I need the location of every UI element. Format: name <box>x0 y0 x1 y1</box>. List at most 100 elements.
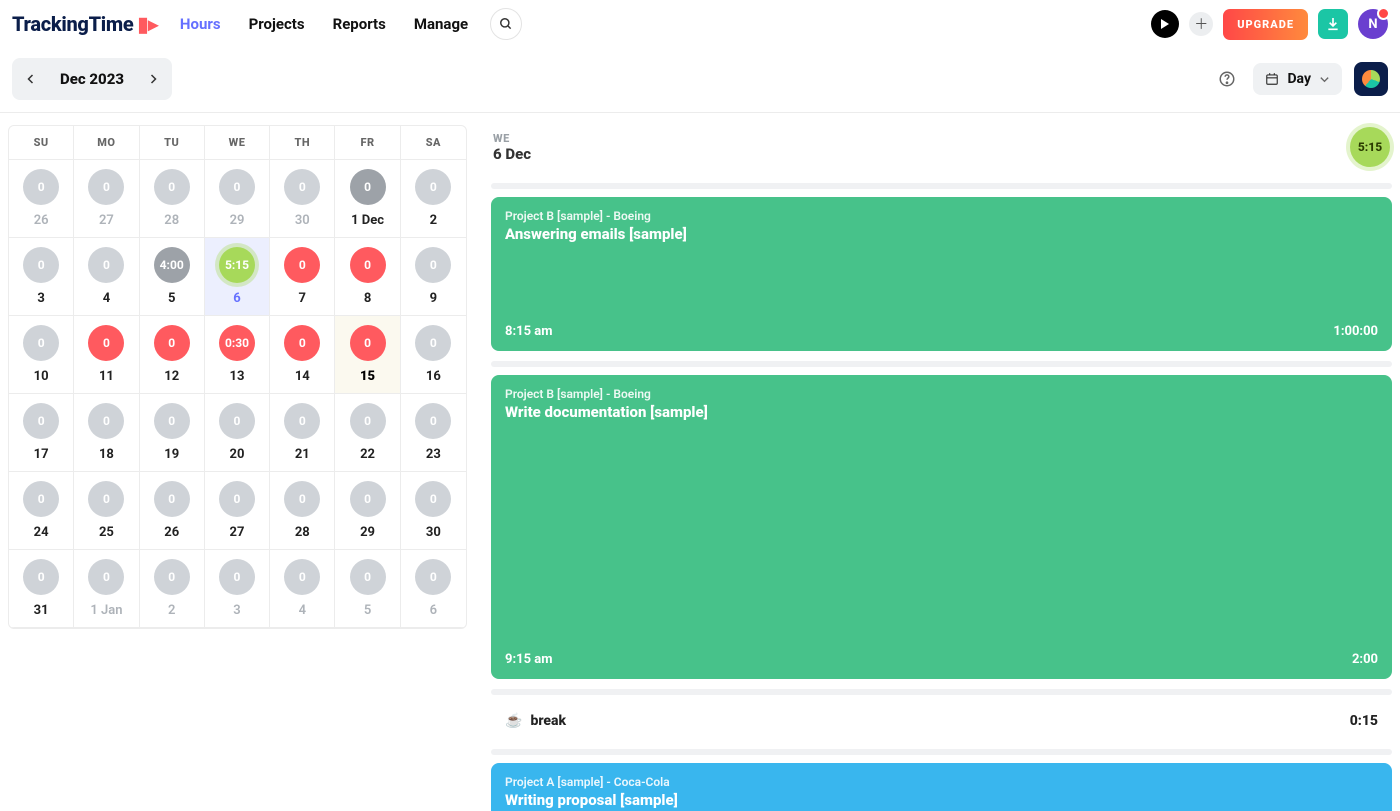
calendar-day-cell[interactable]: 014 <box>270 316 335 394</box>
calendar-day-cell[interactable]: 012 <box>140 316 205 394</box>
calendar-day-cell[interactable]: 04 <box>270 550 335 628</box>
view-select[interactable]: Day <box>1253 63 1342 95</box>
calendar-day-cell[interactable]: 019 <box>140 394 205 472</box>
calendar-day-cell[interactable]: 06 <box>401 550 466 628</box>
day-number-label: 2 <box>168 603 175 618</box>
day-number-label: 28 <box>295 525 310 540</box>
nav-projects[interactable]: Projects <box>249 15 305 33</box>
calendar-day-cell[interactable]: 02 <box>401 160 466 238</box>
calendar-dow-header: SA <box>401 126 466 160</box>
calendar-day-cell[interactable]: 4:00 5 <box>140 238 205 316</box>
break-entry[interactable]: ☕break0:15 <box>491 703 1392 739</box>
time-entry[interactable]: Project A [sample] - Coca-ColaWriting pr… <box>491 763 1392 811</box>
calendar-day-cell[interactable]: 027 <box>205 472 270 550</box>
day-hours-badge: 0 <box>284 481 320 517</box>
calendar-day-cell[interactable]: 03 <box>9 238 74 316</box>
day-number-label: 4 <box>103 291 110 306</box>
day-number-label: 5 <box>364 603 371 618</box>
calendar-day-cell[interactable]: 030 <box>270 160 335 238</box>
timeline-track <box>491 183 1392 189</box>
calendar-day-cell[interactable]: 01 Dec <box>335 160 400 238</box>
time-entry[interactable]: Project B [sample] - BoeingWrite documen… <box>491 375 1392 679</box>
logo[interactable]: TrackingTime ▮▸ <box>12 12 158 36</box>
calendar-day-cell[interactable]: 02 <box>140 550 205 628</box>
avatar[interactable]: N <box>1358 9 1388 39</box>
entry-project: Project B [sample] - Boeing <box>505 209 1378 223</box>
nav-hours[interactable]: Hours <box>180 15 221 33</box>
calendar-day-cell[interactable]: 5:156 <box>205 238 270 316</box>
day-hours-badge: 0 <box>350 247 386 283</box>
day-hours-badge: 0 <box>154 403 190 439</box>
entry-duration: 2:00 <box>1352 652 1378 667</box>
upgrade-button[interactable]: UPGRADE <box>1223 9 1308 40</box>
calendar-day-cell[interactable]: 03 <box>205 550 270 628</box>
help-icon <box>1218 70 1236 88</box>
calendar-day-cell[interactable]: 0 28 <box>270 472 335 550</box>
calendar-day-cell[interactable]: 07 <box>270 238 335 316</box>
add-button[interactable]: ＋ <box>1189 12 1213 36</box>
calendar-day-cell[interactable]: 023 <box>401 394 466 472</box>
time-entry[interactable]: Project B [sample] - BoeingAnswering ema… <box>491 197 1392 351</box>
search-button[interactable] <box>490 8 522 40</box>
day-number-label: 1 Jan <box>90 603 122 618</box>
calendar-day-cell[interactable]: 029 <box>205 160 270 238</box>
day-number-label: 25 <box>99 525 114 540</box>
day-hours-badge: 0 <box>350 325 386 361</box>
calendar-day-cell[interactable]: 04 <box>74 238 139 316</box>
calendar-day-cell[interactable]: 031 <box>9 550 74 628</box>
timeline-track <box>491 689 1392 695</box>
calendar-day-cell[interactable]: 022 <box>335 394 400 472</box>
day-number-label: 20 <box>230 447 245 462</box>
calendar-day-cell[interactable]: 024 <box>9 472 74 550</box>
day-number-label: 16 <box>426 369 441 384</box>
day-hours-badge: 0 <box>88 403 124 439</box>
calendar-day-cell[interactable]: 026 <box>9 160 74 238</box>
calendar-day-cell[interactable]: 020 <box>205 394 270 472</box>
calendar-day-cell[interactable]: 027 <box>74 160 139 238</box>
day-hours-badge: 0 <box>284 325 320 361</box>
day-number-label: 5 <box>168 291 175 306</box>
day-hours-badge: 0 <box>23 325 59 361</box>
nav-reports[interactable]: Reports <box>333 15 386 33</box>
download-button[interactable] <box>1318 9 1348 39</box>
calendar-day-cell[interactable]: 0 25 <box>74 472 139 550</box>
calendar-day-cell[interactable]: 029 <box>335 472 400 550</box>
calendar-day-cell[interactable]: 09 <box>401 238 466 316</box>
help-button[interactable] <box>1213 65 1241 93</box>
play-button[interactable] <box>1151 10 1179 38</box>
calendar-day-cell[interactable]: 028 <box>140 160 205 238</box>
day-hours-badge: 0 <box>23 169 59 205</box>
calendar-day-cell[interactable]: 05 <box>335 550 400 628</box>
calendar-day-cell[interactable]: 017 <box>9 394 74 472</box>
calendar-day-cell[interactable]: 030 <box>401 472 466 550</box>
month-calendar: SUMOTUWETHFRSA 02602702802903001 Dec0203… <box>8 125 467 629</box>
calendar-day-cell[interactable]: 010 <box>9 316 74 394</box>
day-hours-badge: 0 <box>88 481 124 517</box>
day-number-label: 2 <box>430 213 437 228</box>
entry-project: Project A [sample] - Coca-Cola <box>505 775 1378 789</box>
period-next-button[interactable] <box>138 62 168 96</box>
day-number-label: 31 <box>34 603 49 618</box>
calendar-day-cell[interactable]: 018 <box>74 394 139 472</box>
day-hours-badge: 0 <box>88 325 124 361</box>
play-icon <box>1160 19 1170 29</box>
day-number-label: 13 <box>230 369 245 384</box>
day-hours-badge: 0 <box>284 247 320 283</box>
calendar-day-cell[interactable]: 08 <box>335 238 400 316</box>
day-number-label: 11 <box>99 369 114 384</box>
calendar-day-cell[interactable]: 01 Jan <box>74 550 139 628</box>
day-hours-badge: 5:15 <box>219 247 255 283</box>
calendar-day-cell[interactable]: 0:3013 <box>205 316 270 394</box>
calendar-day-cell[interactable]: 016 <box>401 316 466 394</box>
calendar-day-cell[interactable]: 015 <box>335 316 400 394</box>
calendar-day-cell[interactable]: 021 <box>270 394 335 472</box>
day-number-label: 28 <box>164 213 179 228</box>
calendar-day-cell[interactable]: 0 11 <box>74 316 139 394</box>
download-icon <box>1325 16 1341 32</box>
day-hours-badge: 4:00 <box>154 247 190 283</box>
period-prev-button[interactable] <box>16 62 46 96</box>
calendar-day-cell[interactable]: 026 <box>140 472 205 550</box>
day-hours-badge: 0 <box>23 247 59 283</box>
nav-manage[interactable]: Manage <box>414 15 468 33</box>
analytics-button[interactable] <box>1354 62 1388 96</box>
